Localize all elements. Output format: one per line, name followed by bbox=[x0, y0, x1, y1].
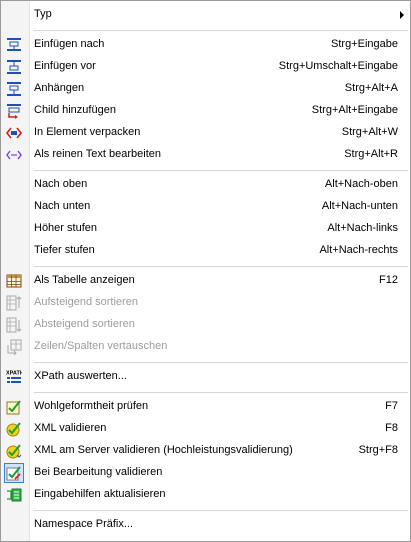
menu-item-label: Nach unten bbox=[34, 200, 91, 212]
menu-item-move-up[interactable]: Nach oben Alt+Nach-oben bbox=[1, 174, 410, 196]
menu-item-insert-before[interactable]: Einfügen vor Strg+Umschalt+Eingabe bbox=[1, 56, 410, 78]
menu-item-display-as-table[interactable]: Als Tabelle anzeigen F12 bbox=[1, 270, 410, 292]
xpath-icon: XPATH bbox=[6, 371, 22, 383]
menu-item-evaluate-xpath[interactable]: XPATH XPath auswerten... bbox=[1, 366, 410, 388]
menu-item-shortcut: Strg+Alt+W bbox=[341, 126, 398, 138]
menu-item-label: Absteigend sortieren bbox=[34, 318, 135, 330]
menu-item-shortcut: Alt+Nach-rechts bbox=[319, 244, 398, 256]
menu-separator bbox=[34, 30, 408, 31]
menu-item-shortcut: Strg+Alt+A bbox=[344, 82, 398, 94]
menu-item-shortcut: Strg+Alt+R bbox=[344, 148, 398, 160]
menu-separator bbox=[34, 392, 408, 393]
menu-item-label: XML am Server validieren (Hochleistungsv… bbox=[34, 444, 293, 456]
menu-separator bbox=[34, 362, 408, 363]
menu-item-validate-xml[interactable]: XML validieren F8 bbox=[1, 418, 410, 440]
menu-item-shortcut: Strg+Eingabe bbox=[331, 38, 398, 50]
menu-item-swap-rows-columns[interactable]: Zeilen/Spalten vertauschen bbox=[1, 336, 410, 358]
menu-item-shortcut: Alt+Nach-unten bbox=[321, 200, 398, 212]
menu-item-label: Als Tabelle anzeigen bbox=[34, 274, 135, 286]
validate-on-edit-icon bbox=[4, 463, 24, 483]
menu-item-label: Anhängen bbox=[34, 82, 85, 94]
menu-item-label: Child hinzufügen bbox=[34, 104, 116, 116]
menu-separator bbox=[34, 170, 408, 171]
menu-item-sort-descending[interactable]: Absteigend sortieren bbox=[1, 314, 410, 336]
edit-as-text-icon bbox=[6, 150, 22, 160]
menu-item-shortcut: Strg+Umschalt+Eingabe bbox=[278, 60, 398, 72]
menu-item-move-down[interactable]: Nach unten Alt+Nach-unten bbox=[1, 196, 410, 218]
menu-item-add-child[interactable]: Child hinzufügen Strg+Alt+Eingabe bbox=[1, 100, 410, 122]
swap-rows-columns-icon bbox=[7, 339, 22, 355]
menu-item-shortcut: Strg+F8 bbox=[358, 444, 398, 456]
menu-item-label: Tiefer stufen bbox=[34, 244, 95, 256]
wrap-in-element-icon bbox=[6, 127, 22, 139]
refresh-entry-helpers-icon bbox=[7, 488, 22, 502]
menu-item-label: Zeilen/Spalten vertauschen bbox=[34, 340, 168, 352]
menu-item-typ[interactable]: Typ bbox=[1, 4, 410, 26]
svg-text:XPATH: XPATH bbox=[6, 371, 22, 377]
menu-item-validate-on-edit[interactable]: Bei Bearbeitung validieren bbox=[1, 462, 410, 484]
menu-item-label: Typ bbox=[34, 8, 52, 20]
menu-item-label: Bei Bearbeitung validieren bbox=[34, 466, 163, 478]
menu-item-check-wellformedness[interactable]: Wohlgeformtheit prüfen F7 bbox=[1, 396, 410, 418]
context-menu: Typ Einfügen nach Strg+Eingabe Einfügen … bbox=[0, 0, 411, 542]
menu-item-label: XML validieren bbox=[34, 422, 107, 434]
menu-item-demote[interactable]: Tiefer stufen Alt+Nach-rechts bbox=[1, 240, 410, 262]
menu-item-namespace-prefix[interactable]: Namespace Präfix... bbox=[1, 514, 410, 536]
menu-item-shortcut: F12 bbox=[379, 274, 398, 286]
menu-item-label: In Element verpacken bbox=[34, 126, 141, 138]
menu-item-shortcut: F7 bbox=[385, 400, 398, 412]
menu-item-append[interactable]: Anhängen Strg+Alt+A bbox=[1, 78, 410, 100]
menu-item-label: XPath auswerten... bbox=[34, 370, 127, 382]
menu-item-edit-as-text[interactable]: Als reinen Text bearbeiten Strg+Alt+R bbox=[1, 144, 410, 166]
menu-item-promote[interactable]: Höher stufen Alt+Nach-links bbox=[1, 218, 410, 240]
validate-server-icon bbox=[6, 444, 22, 459]
add-child-icon bbox=[7, 104, 21, 119]
insert-after-icon bbox=[7, 38, 21, 51]
menu-item-shortcut: Strg+Alt+Eingabe bbox=[311, 104, 398, 116]
append-icon bbox=[7, 82, 21, 96]
check-wellformed-icon bbox=[6, 400, 21, 415]
menu-item-shortcut: Alt+Nach-oben bbox=[324, 178, 398, 190]
menu-item-label: Eingabehilfen aktualisieren bbox=[34, 488, 166, 500]
menu-item-sort-ascending[interactable]: Aufsteigend sortieren bbox=[1, 292, 410, 314]
menu-item-label: Einfügen nach bbox=[34, 38, 105, 50]
menu-item-shortcut: F8 bbox=[385, 422, 398, 434]
submenu-arrow-icon bbox=[400, 11, 404, 19]
menu-item-insert-after[interactable]: Einfügen nach Strg+Eingabe bbox=[1, 34, 410, 56]
menu-separator bbox=[34, 266, 408, 267]
menu-item-label: Höher stufen bbox=[34, 222, 97, 234]
menu-item-label: Namespace Präfix... bbox=[34, 518, 134, 530]
sort-ascending-icon bbox=[6, 295, 22, 311]
insert-before-icon bbox=[7, 60, 21, 74]
menu-item-shortcut: Alt+Nach-links bbox=[327, 222, 398, 234]
menu-item-refresh-entry-helpers[interactable]: Eingabehilfen aktualisieren bbox=[1, 484, 410, 506]
menu-separator bbox=[34, 510, 408, 511]
menu-item-label: Wohlgeformtheit prüfen bbox=[34, 400, 149, 412]
menu-item-validate-on-server[interactable]: XML am Server validieren (Hochleistungsv… bbox=[1, 440, 410, 462]
menu-item-label: Einfügen vor bbox=[34, 60, 96, 72]
validate-xml-icon bbox=[6, 422, 21, 437]
menu-item-label: Aufsteigend sortieren bbox=[34, 296, 138, 308]
menu-item-label: Als reinen Text bearbeiten bbox=[34, 148, 161, 160]
menu-item-label: Nach oben bbox=[34, 178, 88, 190]
menu-item-wrap-in-element[interactable]: In Element verpacken Strg+Alt+W bbox=[1, 122, 410, 144]
table-icon bbox=[6, 274, 22, 288]
sort-descending-icon bbox=[6, 317, 22, 333]
